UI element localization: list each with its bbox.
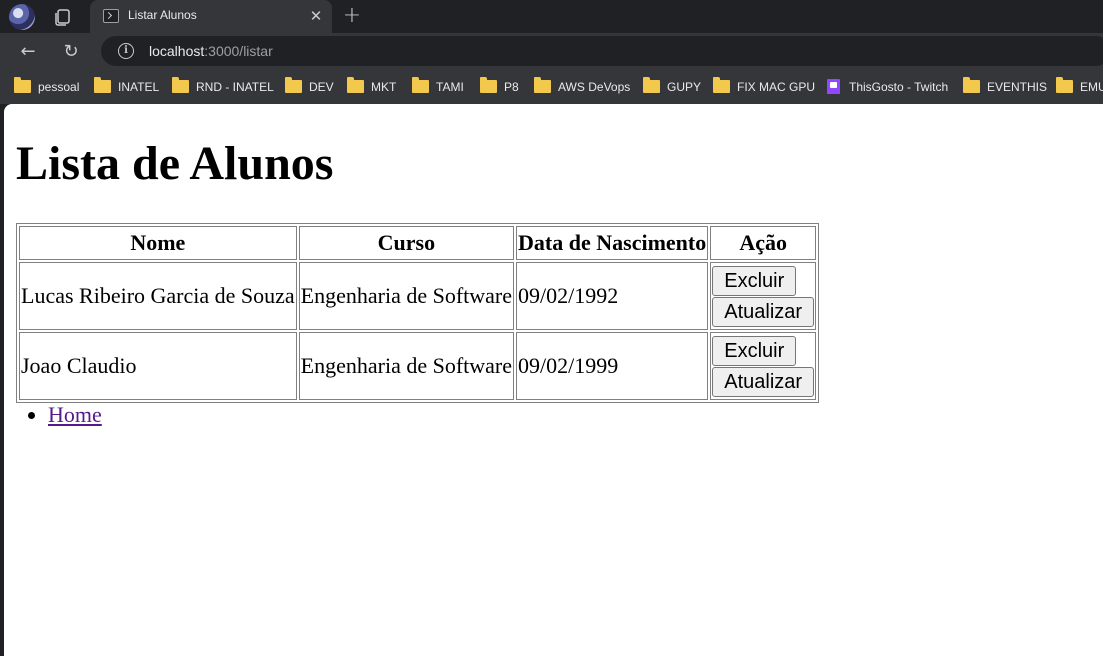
table-row: Joao Claudio Engenharia de Software 09/0… <box>19 332 817 400</box>
tab-listar-alunos[interactable]: Listar Alunos ✕ <box>90 0 332 33</box>
cell-nome: Lucas Ribeiro Garcia de Souza <box>19 262 297 330</box>
bookmark-label: FIX MAC GPU <box>737 80 816 94</box>
folder-icon <box>643 77 660 93</box>
bookmark-label: EVENTHIS <box>987 80 1048 94</box>
browser-toolbar: ← ↻ i localhost:3000/listar <box>0 33 1103 70</box>
folder-icon <box>347 77 364 93</box>
bookmark-dev[interactable]: DEV <box>285 77 334 95</box>
bookmark-emu[interactable]: EMU <box>1056 77 1103 95</box>
reload-icon[interactable]: ↻ <box>57 38 85 66</box>
bookmark-eventhis[interactable]: EVENTHIS <box>963 77 1048 95</box>
url-path: :3000/listar <box>204 43 273 59</box>
bookmark-label: INATEL <box>118 80 160 94</box>
cell-nascimento: 09/02/1992 <box>516 262 709 330</box>
column-header-acao: Ação <box>710 226 817 260</box>
bookmark-rnd-inatel[interactable]: RND - INATEL <box>172 77 274 95</box>
folder-icon <box>963 77 980 93</box>
nav-list: Home <box>4 402 102 428</box>
folder-icon <box>713 77 730 93</box>
bookmark-label: MKT <box>371 80 397 94</box>
page-viewport: Lista de Alunos Nome Curso Data de Nasci… <box>4 104 1103 656</box>
tab-title: Listar Alunos <box>128 8 197 22</box>
bookmark-label: P8 <box>504 80 519 94</box>
atualizar-button[interactable]: Atualizar <box>712 296 815 327</box>
bookmark-label: TAMI <box>436 80 464 94</box>
folder-icon <box>172 77 189 93</box>
bookmark-label: pessoal <box>38 80 80 94</box>
bookmark-inatel[interactable]: INATEL <box>94 77 160 95</box>
folder-icon <box>94 77 111 93</box>
table-row: Lucas Ribeiro Garcia de Souza Engenharia… <box>19 262 817 330</box>
column-header-curso: Curso <box>298 226 515 260</box>
folder-icon <box>534 77 551 93</box>
page-title: Lista de Alunos <box>16 137 334 190</box>
cell-nome: Joao Claudio <box>19 332 297 400</box>
bookmark-twitch[interactable]: ThisGosto - Twitch <box>827 79 948 95</box>
folder-icon <box>412 77 429 93</box>
url-host: localhost <box>149 43 205 59</box>
tab-search-icon[interactable] <box>52 7 72 27</box>
back-icon[interactable]: ← <box>14 38 42 66</box>
folder-icon <box>1056 77 1073 93</box>
info-icon[interactable]: i <box>118 43 134 59</box>
cell-curso: Engenharia de Software <box>298 262 515 330</box>
address-bar[interactable]: i localhost:3000/listar <box>101 36 1103 66</box>
bookmark-label: AWS DeVops <box>558 80 631 94</box>
bookmark-p8[interactable]: P8 <box>480 77 519 95</box>
bookmark-label: EMU <box>1080 80 1103 94</box>
cell-nascimento: 09/02/1999 <box>516 332 709 400</box>
bookmark-aws-devops[interactable]: AWS DeVops <box>534 77 631 95</box>
bookmark-fix-mac-gpu[interactable]: FIX MAC GPU <box>713 77 816 95</box>
excluir-button[interactable]: Excluir <box>712 335 797 366</box>
twitch-icon <box>827 79 840 94</box>
cell-acao: Excluir Atualizar <box>710 332 817 400</box>
list-item: Home <box>48 402 102 428</box>
cell-curso: Engenharia de Software <box>298 332 515 400</box>
bookmark-label: DEV <box>309 80 334 94</box>
new-tab-icon[interactable]: + <box>340 2 364 30</box>
bookmark-pessoal[interactable]: pessoal <box>14 77 80 95</box>
bookmark-label: GUPY <box>667 80 702 94</box>
atualizar-button[interactable]: Atualizar <box>712 366 815 397</box>
column-header-data-nascimento: Data de Nascimento <box>516 226 709 260</box>
students-table: Nome Curso Data de Nascimento Ação Lucas… <box>16 223 820 403</box>
folder-icon <box>14 77 31 93</box>
cell-acao: Excluir Atualizar <box>710 262 817 330</box>
home-link[interactable]: Home <box>48 402 102 427</box>
bookmark-label: ThisGosto - Twitch <box>849 80 949 94</box>
excluir-button[interactable]: Excluir <box>712 265 797 296</box>
table-header-row: Nome Curso Data de Nascimento Ação <box>19 226 817 260</box>
bookmarks-bar: pessoal INATEL RND - INATEL DEV MKT TAMI… <box>0 70 1103 104</box>
bookmark-mkt[interactable]: MKT <box>347 77 397 95</box>
profile-avatar[interactable] <box>9 4 35 30</box>
bookmark-tami[interactable]: TAMI <box>412 77 464 95</box>
bookmark-label: RND - INATEL <box>196 80 274 94</box>
column-header-nome: Nome <box>19 226 297 260</box>
bookmark-gupy[interactable]: GUPY <box>643 77 702 95</box>
tab-strip: Listar Alunos ✕ + <box>0 0 1103 33</box>
close-icon[interactable]: ✕ <box>308 7 324 25</box>
folder-icon <box>480 77 497 93</box>
folder-icon <box>285 77 302 93</box>
terminal-icon <box>103 9 119 23</box>
url-text[interactable]: localhost:3000/listar <box>149 43 273 59</box>
